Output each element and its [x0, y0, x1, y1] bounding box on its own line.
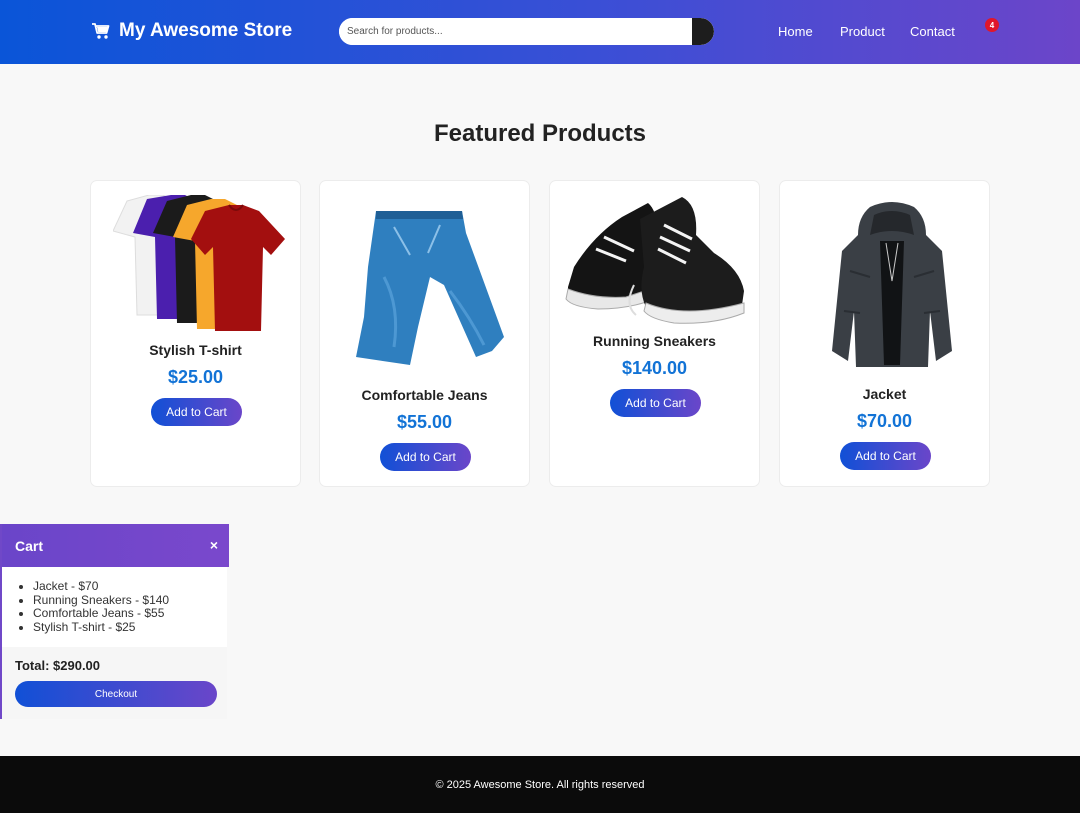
search-bar [339, 18, 714, 45]
product-name: Stylish T-shirt [149, 342, 242, 358]
section-title: Featured Products [433, 120, 647, 147]
product-name: Running Sneakers [593, 333, 716, 349]
cart-total: Total: $290.00 [15, 658, 101, 673]
product-card-jeans: Comfortable Jeans $55.00 Add to Cart [319, 180, 530, 487]
search-button[interactable] [692, 18, 714, 45]
site-header: My Awesome Store Home Product Contact 4 [0, 0, 1080, 64]
cart-title: Cart [15, 538, 44, 554]
footer-text: © 2025 Awesome Store. All rights reserve… [435, 779, 645, 791]
search-input[interactable] [339, 18, 692, 45]
logo-text: My Awesome Store [119, 20, 293, 41]
cart-item: Comfortable Jeans - $55 [33, 606, 227, 621]
cart-header: Cart × [2, 524, 229, 567]
cart-items: Jacket - $70 Running Sneakers - $140 Com… [2, 567, 227, 647]
add-to-cart-button[interactable]: Add to Cart [610, 389, 701, 417]
add-to-cart-button[interactable]: Add to Cart [840, 442, 931, 470]
shopping-cart-icon [92, 23, 110, 39]
cart-item: Jacket - $70 [33, 579, 227, 594]
product-card-sneakers: Running Sneakers $140.00 Add to Cart [549, 180, 760, 487]
nav-contact[interactable]: Contact [910, 24, 955, 39]
product-name: Comfortable Jeans [361, 387, 488, 403]
product-price: $55.00 [396, 412, 453, 432]
product-price: $140.00 [621, 358, 688, 378]
product-price: $70.00 [856, 411, 913, 431]
checkout-button[interactable]: Checkout [15, 681, 217, 707]
close-icon[interactable]: × [210, 537, 218, 553]
product-card-tshirt: Stylish T-shirt $25.00 Add to Cart [90, 180, 301, 487]
tshirt-image [113, 195, 285, 331]
nav-home[interactable]: Home [778, 24, 813, 39]
product-price: $25.00 [167, 367, 224, 387]
product-card-jacket: Jacket $70.00 Add to Cart [779, 180, 990, 487]
store-logo[interactable]: My Awesome Store [91, 20, 292, 42]
cart-item: Running Sneakers - $140 [33, 593, 227, 608]
add-to-cart-button[interactable]: Add to Cart [151, 398, 242, 426]
jeans-image [356, 211, 504, 365]
add-to-cart-button[interactable]: Add to Cart [380, 443, 471, 471]
sneakers-image [565, 197, 745, 324]
header-cart-button[interactable]: 4 [967, 18, 1001, 46]
site-footer: © 2025 Awesome Store. All rights reserve… [0, 756, 1080, 813]
cart-panel: Cart × Jacket - $70 Running Sneakers - $… [0, 524, 229, 719]
cart-item: Stylish T-shirt - $25 [33, 620, 227, 635]
jacket-image [832, 202, 952, 367]
product-name: Jacket [862, 386, 907, 402]
cart-count-badge: 4 [985, 18, 999, 32]
nav-product[interactable]: Product [840, 24, 885, 39]
